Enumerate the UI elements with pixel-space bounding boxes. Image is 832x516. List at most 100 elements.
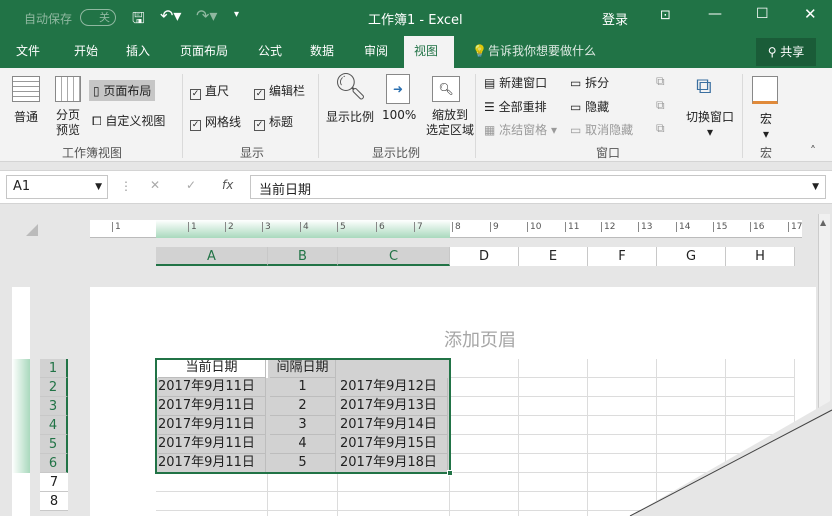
- switch-windows-icon[interactable]: ⧉: [696, 74, 712, 99]
- view-side-by-side-icon[interactable]: ⧉: [656, 74, 665, 89]
- minimize-button[interactable]: —: [708, 6, 722, 22]
- zoom-icon[interactable]: 🔍︎: [334, 72, 367, 102]
- close-button[interactable]: ✕: [804, 5, 817, 23]
- column-header-A[interactable]: A: [156, 247, 268, 266]
- normal-view-button[interactable]: 普通: [14, 108, 38, 125]
- hide-button[interactable]: ▭ 隐藏: [570, 98, 609, 115]
- check-icon: ✓: [190, 120, 201, 131]
- macros-label: 宏: [760, 112, 773, 126]
- ruler-tick: 12: [601, 222, 615, 232]
- zoom-button[interactable]: 显示比例: [326, 108, 374, 125]
- autosave-label: 自动保存: [24, 12, 73, 26]
- tab-review[interactable]: 审阅: [358, 36, 394, 68]
- row-header-5[interactable]: 5: [40, 435, 68, 454]
- maximize-button[interactable]: ☐: [756, 6, 769, 22]
- gridlines-checkbox[interactable]: ✓ 网格线: [190, 113, 241, 131]
- page-layout-button[interactable]: ▯ 页面布局: [89, 80, 156, 101]
- formula-value: 当前日期: [259, 183, 312, 198]
- gridlines-label: 网格线: [205, 115, 242, 129]
- freeze-panes-label: 冻结窗格: [499, 123, 548, 137]
- gridline: [518, 359, 519, 516]
- name-box[interactable]: A1 ▼: [6, 175, 108, 199]
- tab-insert[interactable]: 插入: [120, 36, 156, 68]
- ruler-checkbox[interactable]: ✓ 直尺: [190, 82, 229, 100]
- row-header-4[interactable]: 4: [40, 416, 68, 435]
- insert-function-icon[interactable]: fx: [222, 178, 233, 192]
- ruler-tick: 7: [414, 222, 423, 232]
- formula-bar-checkbox[interactable]: ✓ 编辑栏: [254, 82, 305, 100]
- redo-icon[interactable]: ↷▾: [196, 6, 217, 25]
- zoom-100-button[interactable]: 100%: [382, 108, 416, 122]
- ruler-tick: 8: [452, 222, 461, 232]
- ruler-tick: 1: [188, 222, 197, 232]
- zoom-100-icon[interactable]: ➜: [386, 74, 410, 104]
- undo-icon[interactable]: ↶▾: [160, 6, 181, 25]
- unhide-button[interactable]: ▭ 取消隐藏: [570, 121, 633, 138]
- page-break-icon[interactable]: [55, 76, 81, 102]
- column-header-D[interactable]: D: [450, 247, 519, 266]
- formula-input[interactable]: 当前日期 ▼: [250, 175, 826, 199]
- arrange-all-button[interactable]: ☰ 全部重排: [484, 98, 547, 115]
- row-header-8[interactable]: 8: [40, 492, 68, 511]
- sync-scroll-icon[interactable]: ⧉: [656, 98, 665, 113]
- row-header-2[interactable]: 2: [40, 378, 68, 397]
- select-all-corner[interactable]: [26, 224, 38, 236]
- ruler-tick: 16: [750, 222, 764, 232]
- share-button[interactable]: ⚲ 共享: [756, 38, 816, 66]
- switch-windows-button[interactable]: 切换窗口 ▾: [686, 108, 734, 139]
- row-header-1[interactable]: 1: [40, 359, 68, 378]
- autosave-toggle[interactable]: 关: [80, 9, 116, 26]
- normal-view-icon[interactable]: [12, 76, 40, 102]
- customize-qat-icon[interactable]: ▾: [234, 9, 239, 20]
- column-header-B[interactable]: B: [268, 247, 338, 266]
- tab-page-layout[interactable]: 页面布局: [174, 36, 234, 68]
- tab-formulas[interactable]: 公式: [252, 36, 288, 68]
- add-header-placeholder[interactable]: 添加页眉: [444, 326, 516, 352]
- ruler-tick: 6: [376, 222, 385, 232]
- ruler-tick: 3: [262, 222, 271, 232]
- expand-icon: ▼: [812, 182, 819, 192]
- row-header-3[interactable]: 3: [40, 397, 68, 416]
- column-header-H[interactable]: H: [726, 247, 795, 266]
- custom-views-button[interactable]: ⧠ 自定义视图: [92, 112, 165, 129]
- row-header-7[interactable]: 7: [40, 473, 68, 492]
- zoom-selection-label-1: 缩放到: [432, 108, 469, 122]
- row-header-6[interactable]: 6: [40, 454, 68, 473]
- tell-me-input[interactable]: 告诉我你想要做什么: [482, 36, 602, 68]
- ruler-tick: 11: [565, 222, 579, 232]
- zoom-selection-button[interactable]: 缩放到 选定区域: [426, 108, 474, 138]
- column-header-E[interactable]: E: [519, 247, 588, 266]
- tab-file[interactable]: 文件: [10, 36, 46, 68]
- new-window-button[interactable]: ▤ 新建窗口: [484, 74, 547, 91]
- divider: [318, 74, 319, 158]
- page-curl: [629, 400, 832, 516]
- unhide-label: 取消隐藏: [585, 123, 634, 137]
- split-button[interactable]: ▭ 拆分: [570, 74, 609, 91]
- ribbon-display-icon[interactable]: ⊡: [660, 8, 671, 23]
- reset-position-icon[interactable]: ⧉: [656, 121, 665, 136]
- enter-icon[interactable]: ✓: [186, 178, 196, 192]
- zoom-selection-icon[interactable]: 🔍︎: [432, 76, 460, 102]
- headings-checkbox[interactable]: ✓ 标题: [254, 113, 293, 131]
- tab-home[interactable]: 开始: [68, 36, 104, 68]
- group-label-show: 显示: [240, 146, 265, 160]
- divider: [182, 74, 183, 158]
- cancel-icon[interactable]: ✕: [150, 178, 160, 192]
- freeze-panes-button[interactable]: ▦ 冻结窗格 ▾: [484, 121, 557, 138]
- column-header-G[interactable]: G: [657, 247, 726, 266]
- column-header-F[interactable]: F: [588, 247, 657, 266]
- formula-bar-label: 编辑栏: [269, 84, 306, 98]
- scroll-up-icon[interactable]: ▲: [819, 218, 826, 227]
- macros-icon[interactable]: [752, 76, 778, 104]
- login-button[interactable]: 登录: [602, 9, 628, 28]
- macros-button[interactable]: 宏 ▾: [760, 110, 772, 141]
- ruler-tick: 17: [788, 222, 802, 232]
- column-header-C[interactable]: C: [338, 247, 450, 266]
- page-break-preview-button[interactable]: 分页 预览: [56, 108, 80, 138]
- save-icon[interactable]: 🖫: [132, 8, 145, 33]
- tab-view[interactable]: 视图: [404, 36, 454, 68]
- ruler-tick: 5: [337, 222, 346, 232]
- tab-data[interactable]: 数据: [304, 36, 340, 68]
- fill-handle[interactable]: [447, 470, 453, 476]
- collapse-ribbon-icon[interactable]: ˄: [810, 144, 816, 158]
